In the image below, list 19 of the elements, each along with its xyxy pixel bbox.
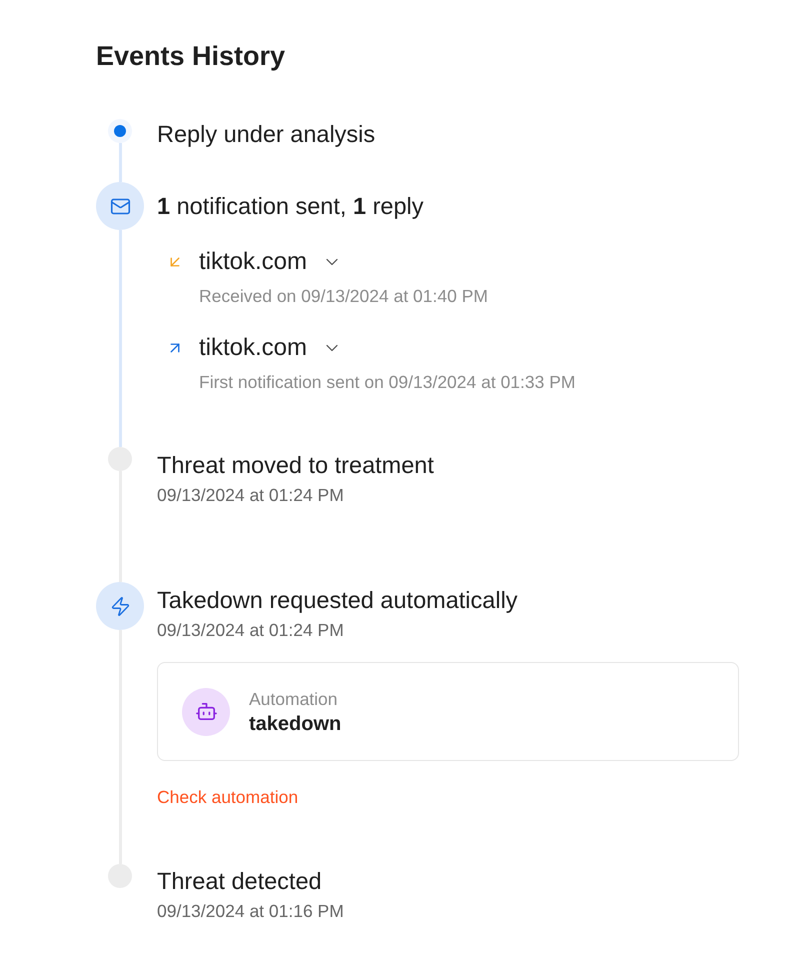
message-detail: Received on 09/13/2024 at 01:40 PM: [199, 285, 488, 307]
event-title: Threat detected: [157, 867, 322, 895]
domain-name: tiktok.com: [199, 334, 308, 362]
event-title: Takedown requested automatically: [157, 586, 518, 614]
event-date: 09/13/2024 at 01:16 PM: [157, 900, 344, 922]
lightning-icon: [96, 582, 144, 630]
check-automation-link[interactable]: Check automation: [157, 786, 298, 808]
event-title: 1 notification sent, 1 reply: [157, 192, 424, 220]
automation-name: takedown: [249, 712, 342, 736]
event-title: Reply under analysis: [157, 120, 376, 148]
automation-label: Automation: [249, 688, 338, 710]
mail-icon: [96, 182, 144, 230]
event-date: 09/13/2024 at 01:24 PM: [157, 484, 344, 506]
event-title: Threat moved to treatment: [157, 451, 434, 479]
page-title: Events History: [96, 40, 286, 72]
event-date: 09/13/2024 at 01:24 PM: [157, 619, 344, 641]
robot-icon: [182, 688, 230, 736]
domain-name: tiktok.com: [199, 248, 308, 276]
message-detail: First notification sent on 09/13/2024 at 01:33 PM: [199, 371, 576, 393]
